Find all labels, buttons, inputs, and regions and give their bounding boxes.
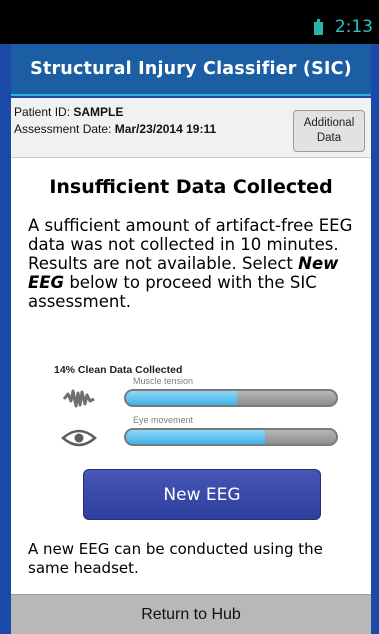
additional-data-button[interactable]: Additional Data: [293, 110, 365, 152]
new-eeg-button[interactable]: New EEG: [83, 469, 321, 520]
eye-movement-meter: [124, 428, 338, 446]
status-message: A sufficient amount of artifact-free EEG…: [28, 216, 360, 311]
data-quality-graphic: 14% Clean Data Collected Muscle tension …: [51, 361, 341, 453]
muscle-icon: [63, 389, 95, 408]
app-title: Structural Injury Classifier (SIC): [30, 59, 352, 79]
patient-id: Patient ID: SAMPLE: [14, 105, 123, 119]
patient-id-label: Patient ID:: [14, 105, 74, 119]
muscle-tension-meter: [124, 389, 338, 407]
assessment-date-value: Mar/23/2014 19:11: [114, 122, 217, 136]
message-text-2: below to proceed with the SIC assessment…: [28, 273, 317, 311]
app-frame: 2:13 Structural Injury Classifier (SIC) …: [0, 0, 379, 634]
battery-icon: [314, 19, 323, 35]
headset-note: A new EEG can be conducted using the sam…: [28, 540, 323, 577]
eye-movement-label: Eye movement: [133, 415, 194, 425]
data-quality-title: 14% Clean Data Collected: [54, 364, 183, 376]
eye-movement-fill: [126, 430, 265, 444]
status-bar: 2:13: [0, 0, 379, 44]
title-bar: Structural Injury Classifier (SIC): [11, 44, 371, 96]
assessment-date-label: Assessment Date:: [14, 122, 115, 136]
muscle-tension-label: Muscle tension: [133, 376, 194, 386]
muscle-tension-fill: [126, 391, 238, 405]
patient-id-value: SAMPLE: [73, 105, 124, 119]
status-time: 2:13: [334, 17, 373, 37]
main-content: Patient ID: SAMPLE Assessment Date: Mar/…: [11, 98, 371, 634]
status-heading: Insufficient Data Collected: [49, 176, 333, 198]
assessment-date: Assessment Date: Mar/23/2014 19:11: [14, 122, 216, 136]
eye-icon: [61, 429, 97, 447]
return-to-hub-button[interactable]: Return to Hub: [11, 594, 371, 634]
patient-info-panel: Patient ID: SAMPLE Assessment Date: Mar/…: [11, 98, 371, 158]
